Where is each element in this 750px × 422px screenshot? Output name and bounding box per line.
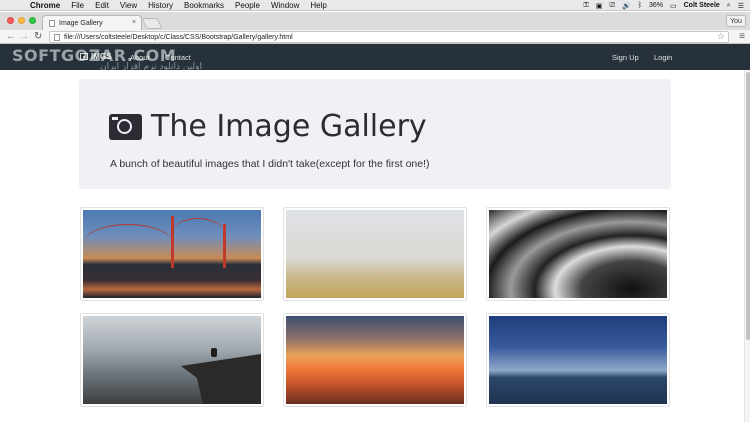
menu-bookmarks[interactable]: Bookmarks bbox=[184, 1, 224, 10]
browser-tabstrip: Image Gallery × You bbox=[0, 12, 750, 30]
user-name[interactable]: Colt Steele bbox=[684, 2, 720, 9]
maximize-window-icon[interactable] bbox=[29, 17, 36, 24]
key-icon[interactable]: ⚿ bbox=[583, 2, 588, 10]
battery-icon[interactable]: ▭ bbox=[670, 2, 677, 10]
foggy-beach-image bbox=[286, 210, 464, 298]
golden-gate-bridge-image bbox=[83, 210, 261, 298]
minimize-window-icon[interactable] bbox=[18, 17, 25, 24]
profile-button[interactable]: You bbox=[726, 15, 746, 27]
chrome-menu-icon[interactable]: ≡ bbox=[739, 31, 745, 43]
jumbotron: The Image Gallery A bunch of beautiful i… bbox=[79, 79, 671, 189]
notification-center-icon[interactable]: ☰ bbox=[738, 2, 744, 10]
reload-icon[interactable]: ↻ bbox=[34, 31, 42, 43]
bridge-cable bbox=[83, 224, 173, 264]
menu-file[interactable]: File bbox=[71, 1, 84, 10]
browser-toolbar: ← → ↻ file:///Users/coltsteele/Desktop/c… bbox=[0, 30, 750, 44]
gallery-thumbnail[interactable] bbox=[486, 207, 670, 301]
camera-icon bbox=[109, 113, 142, 140]
bluetooth-icon[interactable]: ᛒ bbox=[638, 2, 642, 9]
nav-link-sign-up[interactable]: Sign Up bbox=[612, 53, 639, 62]
gallery-thumbnail[interactable] bbox=[80, 313, 264, 407]
cliff-image bbox=[83, 316, 261, 404]
tab-close-icon[interactable]: × bbox=[132, 19, 136, 26]
page-title-text: The Image Gallery bbox=[151, 109, 427, 144]
menubar-status-area: ⚿ ▣ ⎚ 🔊 ᛒ 36% ▭ Colt Steele ⌕ ☰ bbox=[583, 0, 744, 11]
volume-icon[interactable]: 🔊 bbox=[622, 2, 631, 10]
bridge-cable bbox=[172, 218, 224, 248]
spotlight-icon[interactable]: ⌕ bbox=[727, 2, 731, 10]
menu-window[interactable]: Window bbox=[271, 1, 299, 10]
page-content: The Image Gallery A bunch of beautiful i… bbox=[0, 70, 744, 422]
nav-link-login[interactable]: Login bbox=[654, 53, 672, 62]
person-silhouette bbox=[211, 348, 217, 357]
sunset-clouds-image bbox=[286, 316, 464, 404]
page-scrollbar[interactable] bbox=[744, 70, 750, 422]
tab-image-gallery[interactable]: Image Gallery × bbox=[42, 15, 142, 30]
new-tab-button[interactable] bbox=[141, 18, 163, 29]
menu-view[interactable]: View bbox=[120, 1, 137, 10]
menu-people[interactable]: People bbox=[235, 1, 260, 10]
spiral-architecture-image bbox=[489, 210, 667, 298]
cliff-rock bbox=[181, 354, 261, 404]
gallery-thumbnail[interactable] bbox=[283, 313, 467, 407]
page-subtitle: A bunch of beautiful images that I didn'… bbox=[110, 158, 430, 170]
back-arrow-icon[interactable]: ← bbox=[6, 31, 16, 43]
airplay-icon[interactable]: ⎚ bbox=[609, 2, 615, 10]
address-bar[interactable]: file:///Users/coltsteele/Desktop/c/Class… bbox=[49, 31, 729, 43]
menu-app-name[interactable]: Chrome bbox=[30, 1, 60, 10]
gallery-thumbnail[interactable] bbox=[80, 207, 264, 301]
tab-title: Image Gallery bbox=[59, 19, 103, 27]
page-icon bbox=[49, 19, 55, 27]
close-window-icon[interactable] bbox=[7, 17, 14, 24]
battery-percent[interactable]: 36% bbox=[649, 2, 663, 9]
forward-arrow-icon[interactable]: → bbox=[19, 31, 29, 43]
scrollbar-thumb[interactable] bbox=[746, 72, 750, 340]
menu-help[interactable]: Help bbox=[310, 1, 326, 10]
file-icon bbox=[54, 34, 60, 41]
page-title: The Image Gallery bbox=[109, 109, 427, 144]
macos-menubar: Chrome File Edit View History Bookmarks … bbox=[0, 0, 750, 11]
gallery-thumbnail[interactable] bbox=[486, 313, 670, 407]
gallery-thumbnail[interactable] bbox=[283, 207, 467, 301]
menu-history[interactable]: History bbox=[148, 1, 173, 10]
bookmark-star-icon[interactable]: ☆ bbox=[717, 31, 725, 42]
menu-edit[interactable]: Edit bbox=[95, 1, 109, 10]
url-text[interactable]: file:///Users/coltsteele/Desktop/c/Class… bbox=[64, 34, 293, 41]
screen-icon[interactable]: ▣ bbox=[596, 2, 603, 10]
ocean-horizon-image bbox=[489, 316, 667, 404]
